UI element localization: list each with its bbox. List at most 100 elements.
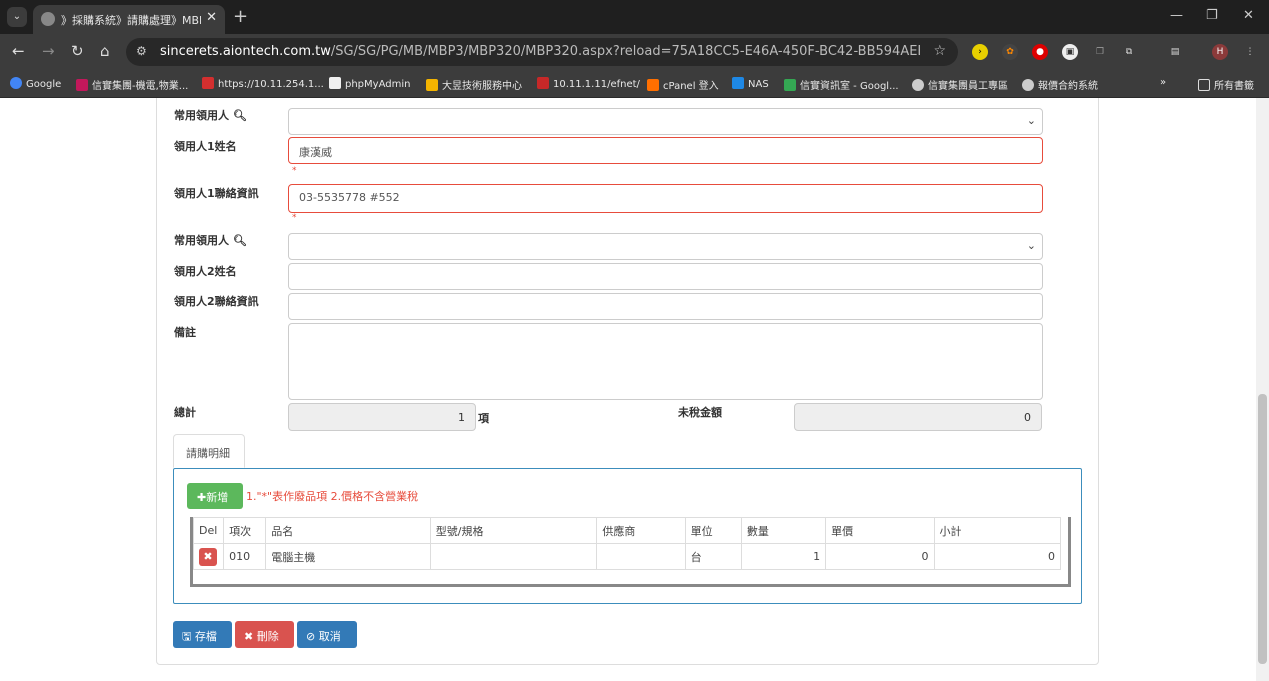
delete-row-icon[interactable]: ✖ — [199, 547, 217, 566]
column-header: 單價 — [825, 517, 935, 544]
minimize-icon[interactable]: — — [1170, 8, 1183, 23]
item-no-cell: 010 — [223, 543, 267, 570]
extension-icon[interactable]: ❐ — [1092, 44, 1108, 60]
bookmark-star-icon[interactable]: ☆ — [933, 43, 946, 59]
extension-icon[interactable]: › — [972, 44, 988, 60]
price-cell: 0 — [825, 543, 935, 570]
extensions-puzzle-icon[interactable]: ⧉ — [1121, 44, 1137, 60]
url-text: sincerets.aiontech.com.tw/SG/SG/PG/MB/MB… — [160, 44, 920, 59]
column-header: 品名 — [265, 517, 431, 544]
home-icon[interactable]: ⌂ — [100, 42, 110, 60]
bookmark-item[interactable]: 信實集團員工專區 — [912, 77, 1008, 92]
delete-button[interactable]: ✖ 刪除 — [235, 621, 294, 648]
total-count-field: 1 — [288, 403, 476, 431]
total-unit: 項 — [478, 412, 489, 425]
common-receiver1-select[interactable]: ⌄ — [288, 108, 1043, 135]
bookmark-item[interactable]: https://10.11.254.1... — [202, 77, 324, 90]
bookmark-item[interactable]: 報價合約系統 — [1022, 77, 1098, 92]
tab-close-icon[interactable]: ✕ — [206, 10, 217, 25]
bookmark-item[interactable]: 10.11.1.11/efnet/ — [537, 77, 640, 90]
bookmark-item[interactable]: 大昱技術服務中心 — [426, 77, 522, 92]
item-name-cell: 電腦主機 — [265, 543, 431, 570]
tab-purchase-detail[interactable]: 請購明細 — [173, 434, 245, 468]
remark-textarea[interactable] — [288, 323, 1043, 400]
column-header: 單位 — [684, 517, 742, 544]
reload-icon[interactable]: ↻ — [71, 42, 84, 60]
column-header: 數量 — [740, 517, 827, 544]
scrollbar-thumb[interactable] — [1258, 394, 1267, 664]
column-header: 小計 — [933, 517, 1061, 544]
common-receiver1-label: 常用領用人 🔍︎ — [174, 109, 247, 122]
chevron-down-icon: ⌄ — [1026, 114, 1036, 127]
save-button[interactable]: 🖫 存檔 — [173, 621, 232, 648]
address-bar[interactable]: ⚙ sincerets.aiontech.com.tw/SG/SG/PG/MB/… — [126, 38, 958, 66]
save-icon: 🖫 — [182, 630, 195, 643]
total-label: 總計 — [174, 406, 196, 419]
plus-icon: ✚ — [197, 491, 207, 504]
new-tab-icon[interactable]: + — [233, 6, 248, 27]
column-header: 供應商 — [596, 517, 686, 544]
untaxed-amount-label: 未稅金額 — [678, 406, 722, 419]
receiver1-contact-input[interactable]: 03-5535778 #552 — [288, 184, 1043, 213]
bookmark-item[interactable]: NAS — [732, 77, 769, 90]
column-header: 項次 — [223, 517, 267, 544]
tab-search-icon[interactable]: ⌄ — [7, 7, 27, 27]
close-icon: ✖ — [244, 630, 257, 643]
restore-icon[interactable]: ❐ — [1206, 8, 1218, 23]
detail-note: 1."*"表作廢品項 2.價格不含營業稅 — [246, 490, 419, 503]
browser-toolbar: ← → ↻ ⌂ ⚙ sincerets.aiontech.com.tw/SG/S… — [0, 34, 1269, 70]
back-icon[interactable]: ← — [12, 42, 25, 60]
untaxed-amount-field: 0 — [794, 403, 1042, 431]
side-panel-icon[interactable]: ▤ — [1167, 44, 1183, 60]
subtotal-cell: 0 — [933, 543, 1061, 570]
extension-icon[interactable]: ● — [1032, 44, 1048, 60]
receiver1-contact-label: 領用人1聯絡資訊 — [174, 187, 259, 200]
search-icon[interactable]: 🔍︎ — [233, 109, 247, 122]
qty-cell: 1 — [740, 543, 827, 570]
menu-icon[interactable]: ⋮ — [1242, 44, 1258, 60]
bookmark-item[interactable]: 信實資訊室 - Googl... — [784, 77, 899, 92]
extension-icon[interactable]: ✿ — [1002, 44, 1018, 60]
remark-label: 備註 — [174, 326, 196, 339]
page-content: 常用領用人 🔍︎ ⌄ 領用人1姓名 康漢威 * 領用人1聯絡資訊 03-5535… — [0, 98, 1256, 681]
column-header: Del — [192, 517, 225, 544]
unit-cell: 台 — [684, 543, 742, 570]
receiver2-name-input[interactable] — [288, 263, 1043, 290]
detail-grid: Del 項次 品名 型號/規格 供應商 單位 數量 單價 小計 ✖ 010 電腦… — [190, 517, 1071, 587]
more-bookmarks-icon[interactable]: » — [1160, 77, 1166, 88]
common-receiver2-label: 常用領用人 🔍︎ — [174, 234, 247, 247]
grid-header-row: Del 項次 品名 型號/規格 供應商 單位 數量 單價 小計 — [192, 517, 1061, 544]
receiver1-name-input[interactable]: 康漢威 — [288, 137, 1043, 164]
supplier-cell — [596, 543, 686, 570]
table-row[interactable]: ✖ 010 電腦主機 台 1 0 0 — [192, 543, 1061, 570]
profile-avatar[interactable]: H — [1212, 44, 1228, 60]
required-marker: * — [292, 213, 297, 223]
add-item-button[interactable]: ✚新增 — [187, 483, 243, 509]
extension-icon[interactable]: ▣ — [1062, 44, 1078, 60]
receiver2-contact-label: 領用人2聯絡資訊 — [174, 295, 259, 308]
all-bookmarks[interactable]: 所有書籤 — [1198, 77, 1254, 92]
common-receiver2-select[interactable]: ⌄ — [288, 233, 1043, 260]
model-cell — [429, 543, 598, 570]
tab-favicon-icon — [41, 12, 55, 26]
tab-title: 》採購系統》請購處理》MBP3 — [61, 14, 201, 27]
receiver1-name-label: 領用人1姓名 — [174, 140, 237, 153]
detail-panel: ✚新增 1."*"表作廢品項 2.價格不含營業稅 Del 項次 品名 型號/規格… — [173, 468, 1082, 604]
window-close-icon[interactable]: ✕ — [1243, 8, 1254, 23]
receiver2-name-label: 領用人2姓名 — [174, 265, 237, 278]
cancel-button[interactable]: ⊘ 取消 — [297, 621, 357, 648]
bookmark-item[interactable]: cPanel 登入 — [647, 77, 719, 92]
browser-tab[interactable]: 》採購系統》請購處理》MBP3 ✕ — [33, 5, 225, 34]
search-icon[interactable]: 🔍︎ — [233, 234, 247, 247]
browser-tab-bar: ⌄ 》採購系統》請購處理》MBP3 ✕ + — ❐ ✕ — [0, 0, 1269, 34]
bookmark-item[interactable]: phpMyAdmin — [329, 77, 410, 90]
forward-icon[interactable]: → — [42, 42, 55, 60]
site-info-icon[interactable]: ⚙ — [136, 44, 147, 58]
ban-icon: ⊘ — [306, 630, 319, 643]
page-scrollbar[interactable] — [1256, 98, 1269, 681]
receiver2-contact-input[interactable] — [288, 293, 1043, 320]
required-marker: * — [292, 166, 297, 176]
column-header: 型號/規格 — [429, 517, 598, 544]
bookmark-item[interactable]: 信實集團-機電,物業... — [76, 77, 188, 92]
bookmark-item[interactable]: Google — [10, 77, 61, 90]
